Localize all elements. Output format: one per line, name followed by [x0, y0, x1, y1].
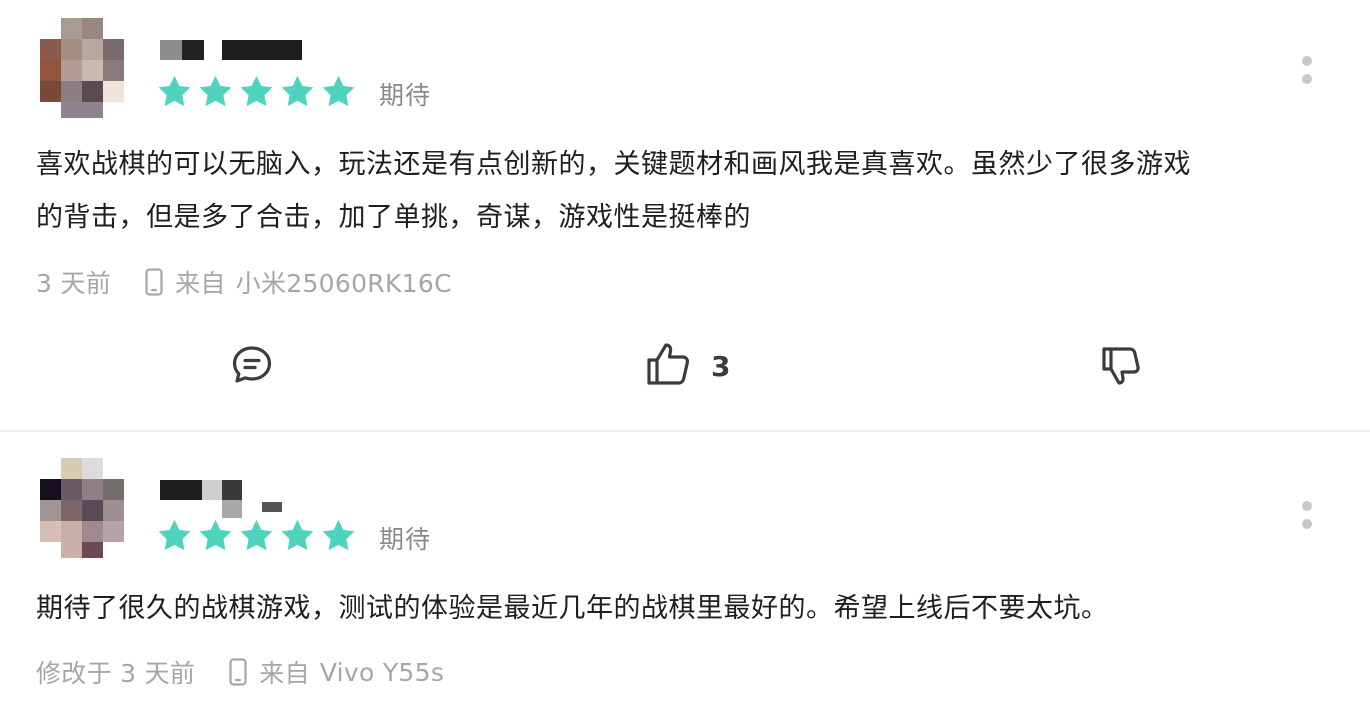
- review-meta: 修改于 3 天前 来自 Vivo Y55s: [36, 654, 444, 690]
- device-prefix: 来自: [259, 659, 310, 688]
- star-icon: [197, 518, 234, 553]
- review-text-line: 期待了很久的战棋游戏，测试的体验是最近几年的战棋里最好的。希望上线后不要太坑。: [36, 593, 1109, 624]
- review-time: 修改于 3 天前: [36, 659, 196, 688]
- avatar[interactable]: [40, 458, 124, 558]
- rating-stars: [156, 518, 357, 553]
- star-icon: [156, 518, 193, 553]
- more-vertical-icon[interactable]: [1300, 501, 1314, 537]
- review-tag: 期待: [379, 525, 432, 554]
- star-icon: [238, 518, 275, 553]
- username-redacted[interactable]: [160, 480, 285, 518]
- phone-icon: [229, 658, 247, 686]
- star-icon: [320, 518, 357, 553]
- review-card: 期待 期待了很久的战棋游戏，测试的体验是最近几年的战棋里最好的。希望上线后不要太…: [0, 0, 1370, 720]
- review-content: 期待了很久的战棋游戏，测试的体验是最近几年的战棋里最好的。希望上线后不要太坑。: [36, 582, 1336, 635]
- device-name: Vivo Y55s: [319, 657, 445, 687]
- star-icon: [279, 518, 316, 553]
